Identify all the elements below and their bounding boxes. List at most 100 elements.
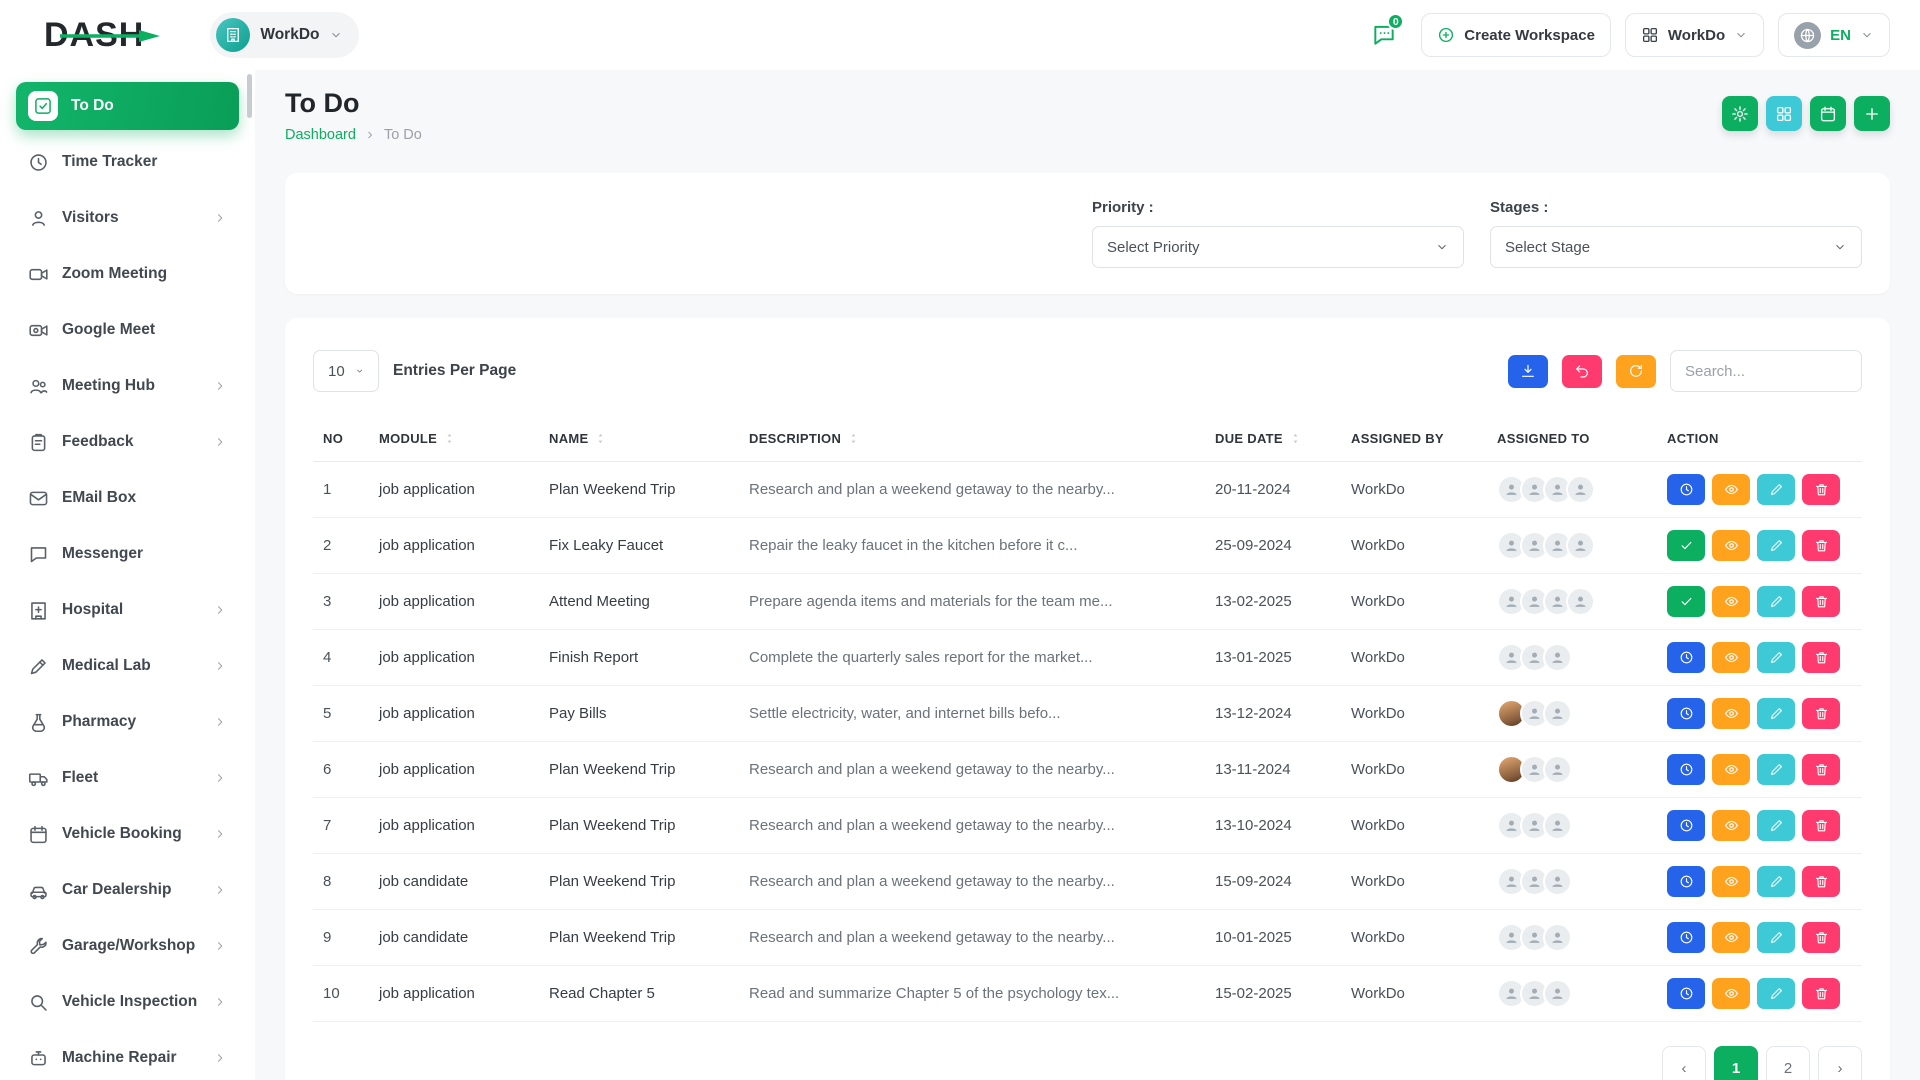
sidebar-item-google-meet[interactable]: Google Meet	[16, 306, 239, 354]
delete-action-button[interactable]	[1802, 978, 1840, 1009]
sidebar-item-meeting-hub[interactable]: Meeting Hub	[16, 362, 239, 410]
breadcrumb-dashboard-link[interactable]: Dashboard	[285, 127, 356, 143]
settings-button[interactable]	[1722, 96, 1758, 131]
view-action-button[interactable]	[1712, 642, 1750, 673]
assignee-avatar[interactable]	[1543, 979, 1572, 1008]
duration-action-button[interactable]	[1667, 922, 1705, 953]
priority-select[interactable]: Select Priority	[1092, 226, 1464, 268]
edit-action-button[interactable]	[1757, 474, 1795, 505]
view-action-button[interactable]	[1712, 866, 1750, 897]
view-action-button[interactable]	[1712, 754, 1750, 785]
sidebar-item-garage-workshop[interactable]: Garage/Workshop	[16, 922, 239, 970]
delete-action-button[interactable]	[1802, 586, 1840, 617]
messages-button[interactable]: 0	[1361, 12, 1407, 58]
sidebar-item-messenger[interactable]: Messenger	[16, 530, 239, 578]
delete-action-button[interactable]	[1802, 474, 1840, 505]
view-action-button[interactable]	[1712, 698, 1750, 729]
sidebar-item-fleet[interactable]: Fleet	[16, 754, 239, 802]
edit-action-button[interactable]	[1757, 866, 1795, 897]
workspace-menu-button[interactable]: WorkDo	[1625, 13, 1764, 57]
duration-action-button[interactable]	[1667, 754, 1705, 785]
assignee-avatar[interactable]	[1543, 811, 1572, 840]
create-workspace-button[interactable]: Create Workspace	[1421, 13, 1611, 57]
view-action-button[interactable]	[1712, 474, 1750, 505]
search-input[interactable]	[1670, 350, 1862, 392]
grid-view-button[interactable]	[1766, 96, 1802, 131]
duration-action-button[interactable]	[1667, 866, 1705, 897]
sidebar-item-visitors[interactable]: Visitors	[16, 194, 239, 242]
complete-action-button[interactable]	[1667, 586, 1705, 617]
edit-action-button[interactable]	[1757, 978, 1795, 1009]
assignee-avatar[interactable]	[1543, 755, 1572, 784]
edit-action-button[interactable]	[1757, 810, 1795, 841]
edit-action-button[interactable]	[1757, 642, 1795, 673]
sidebar-item-car-dealership[interactable]: Car Dealership	[16, 866, 239, 914]
delete-action-button[interactable]	[1802, 866, 1840, 897]
sidebar-item-feedback[interactable]: Feedback	[16, 418, 239, 466]
assignee-avatar[interactable]	[1543, 867, 1572, 896]
sidebar-item-pharmacy[interactable]: Pharmacy	[16, 698, 239, 746]
delete-action-button[interactable]	[1802, 530, 1840, 561]
entries-per-page-select[interactable]: 10	[313, 350, 379, 392]
view-action-button[interactable]	[1712, 978, 1750, 1009]
refresh-button[interactable]	[1616, 355, 1656, 388]
duration-action-button[interactable]	[1667, 810, 1705, 841]
prev-page-button[interactable]: ‹	[1662, 1046, 1706, 1080]
sidebar-item-vehicle-inspection[interactable]: Vehicle Inspection	[16, 978, 239, 1026]
duration-action-button[interactable]	[1667, 642, 1705, 673]
column-module[interactable]: MODULE	[369, 416, 539, 462]
delete-action-button[interactable]	[1802, 922, 1840, 953]
sidebar-item-machine-repair[interactable]: Machine Repair	[16, 1034, 239, 1080]
column-due-date[interactable]: DUE DATE	[1205, 416, 1341, 462]
trash-icon	[1814, 650, 1829, 665]
export-button[interactable]	[1508, 355, 1548, 388]
edit-action-button[interactable]	[1757, 754, 1795, 785]
delete-action-button[interactable]	[1802, 698, 1840, 729]
assignee-avatar[interactable]	[1566, 475, 1595, 504]
assignee-avatar[interactable]	[1543, 643, 1572, 672]
edit-action-button[interactable]	[1757, 586, 1795, 617]
view-action-button[interactable]	[1712, 530, 1750, 561]
duration-action-button[interactable]	[1667, 698, 1705, 729]
next-page-button[interactable]: ›	[1818, 1046, 1862, 1080]
sidebar-item-vehicle-booking[interactable]: Vehicle Booking	[16, 810, 239, 858]
eye-icon	[1724, 706, 1739, 721]
page-2-button[interactable]: 2	[1766, 1046, 1810, 1080]
sidebar-scrollbar[interactable]	[247, 74, 252, 118]
delete-action-button[interactable]	[1802, 642, 1840, 673]
edit-action-button[interactable]	[1757, 922, 1795, 953]
assignee-avatar[interactable]	[1566, 587, 1595, 616]
duration-action-button[interactable]	[1667, 474, 1705, 505]
add-todo-button[interactable]	[1854, 96, 1890, 131]
cell-assigned-by: WorkDo	[1341, 462, 1487, 518]
assignee-avatar[interactable]	[1566, 531, 1595, 560]
person-icon	[1527, 482, 1542, 497]
sidebar-item-time-tracker[interactable]: Time Tracker	[16, 138, 239, 186]
column-description[interactable]: DESCRIPTION	[739, 416, 1205, 462]
page-1-button[interactable]: 1	[1714, 1046, 1758, 1080]
calendar-icon	[1819, 105, 1837, 123]
complete-action-button[interactable]	[1667, 530, 1705, 561]
sidebar-item-zoom-meeting[interactable]: Zoom Meeting	[16, 250, 239, 298]
sidebar-item-hospital[interactable]: Hospital	[16, 586, 239, 634]
view-action-button[interactable]	[1712, 810, 1750, 841]
sidebar-item-medical-lab[interactable]: Medical Lab	[16, 642, 239, 690]
stage-select[interactable]: Select Stage	[1490, 226, 1862, 268]
view-action-button[interactable]	[1712, 586, 1750, 617]
workspace-switcher[interactable]: WorkDo	[210, 12, 359, 58]
assignee-avatar[interactable]	[1543, 923, 1572, 952]
duration-action-button[interactable]	[1667, 978, 1705, 1009]
calendar-view-button[interactable]	[1810, 96, 1846, 131]
edit-action-button[interactable]	[1757, 530, 1795, 561]
reset-button[interactable]	[1562, 355, 1602, 388]
edit-action-button[interactable]	[1757, 698, 1795, 729]
language-button[interactable]: EN	[1778, 13, 1890, 57]
column-name[interactable]: NAME	[539, 416, 739, 462]
sidebar-item-email-box[interactable]: EMail Box	[16, 474, 239, 522]
view-action-button[interactable]	[1712, 922, 1750, 953]
delete-action-button[interactable]	[1802, 810, 1840, 841]
delete-action-button[interactable]	[1802, 754, 1840, 785]
sidebar-item-to-do[interactable]: To Do	[16, 82, 239, 130]
assignee-avatar[interactable]	[1543, 699, 1572, 728]
assigned-to-avatars	[1497, 755, 1647, 784]
